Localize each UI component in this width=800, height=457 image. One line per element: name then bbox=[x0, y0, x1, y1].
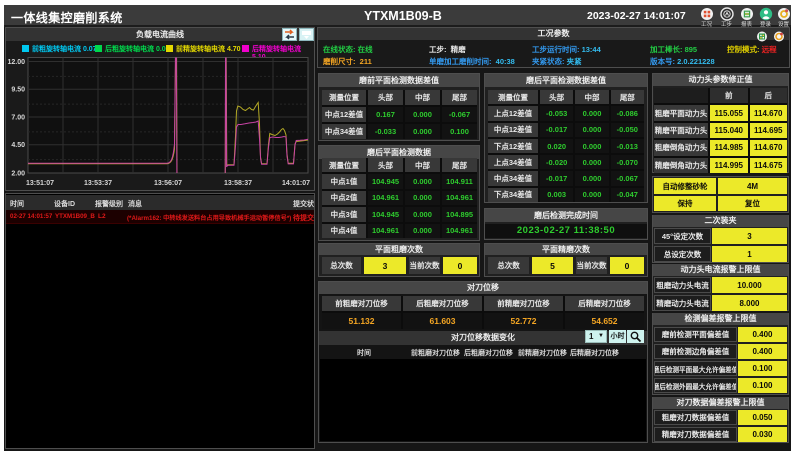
svg-text:4.50: 4.50 bbox=[11, 142, 25, 149]
svg-text:12.00: 12.00 bbox=[7, 59, 25, 66]
svg-text:13:51:07: 13:51:07 bbox=[26, 180, 54, 187]
svg-text:2.00: 2.00 bbox=[11, 171, 25, 178]
svg-text:14:01:07: 14:01:07 bbox=[282, 180, 310, 187]
svg-text:13:53:37: 13:53:37 bbox=[84, 180, 112, 187]
svg-text:13:58:37: 13:58:37 bbox=[224, 180, 252, 187]
svg-text:13:56:07: 13:56:07 bbox=[154, 180, 182, 187]
svg-text:7.00: 7.00 bbox=[11, 115, 25, 122]
svg-text:9.50: 9.50 bbox=[11, 87, 25, 94]
